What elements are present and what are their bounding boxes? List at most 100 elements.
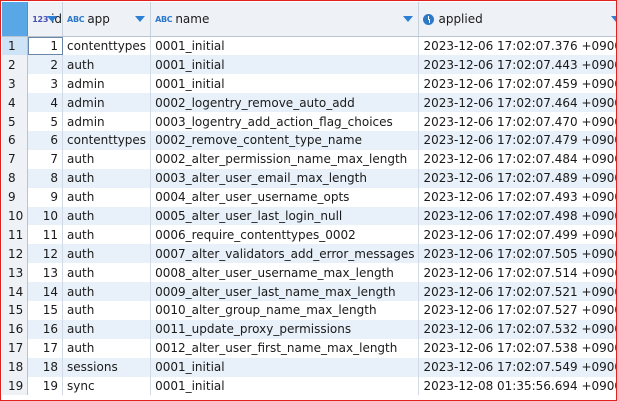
cell-applied[interactable]: 2023-12-06 17:02:07.464 +0900 <box>418 93 616 113</box>
cell-name[interactable]: 0002_logentry_remove_auto_add <box>150 93 420 113</box>
sort-dropdown-icon[interactable] <box>135 16 146 22</box>
row-number[interactable]: 15 <box>2 300 29 320</box>
row-number[interactable]: 8 <box>2 168 29 188</box>
cell-app[interactable]: contenttypes <box>62 36 152 56</box>
cell-applied[interactable]: 2023-12-06 17:02:07.470 +0900 <box>418 112 616 131</box>
cell-name[interactable]: 0004_alter_user_username_opts <box>150 187 420 207</box>
cell-name[interactable]: 0001_initial <box>150 55 420 75</box>
cell-id[interactable]: 15 <box>27 300 64 320</box>
cell-app[interactable]: contenttypes <box>62 130 152 150</box>
table-row[interactable]: 11 11 auth 0006_require_contenttypes_0002 20… <box>2 225 616 245</box>
cell-applied[interactable]: 2023-12-06 17:02:07.499 +0900 <box>418 225 616 245</box>
cell-name[interactable]: 0008_alter_user_username_max_length <box>150 263 420 283</box>
table-row[interactable]: 18 18 sessions 0001_initial 2023-12-06 17:02… <box>2 357 616 377</box>
cell-name[interactable]: 0005_alter_user_last_login_null <box>150 206 420 226</box>
cell-applied[interactable]: 2023-12-06 17:02:07.459 +0900 <box>418 74 616 94</box>
row-number[interactable]: 10 <box>2 206 29 226</box>
cell-applied[interactable]: 2023-12-06 17:02:07.489 +0900 <box>418 168 616 188</box>
table-row[interactable]: 15 15 auth 0010_alter_group_name_max_length… <box>2 300 616 320</box>
cell-name[interactable]: 0006_require_contenttypes_0002 <box>150 225 420 245</box>
cell-app[interactable]: sync <box>62 376 152 396</box>
cell-name[interactable]: 0002_alter_permission_name_max_length <box>150 149 420 169</box>
cell-name[interactable]: 0003_logentry_add_action_flag_choices <box>150 112 420 131</box>
cell-id[interactable]: 7 <box>27 149 64 169</box>
table-row[interactable]: 7 7 auth 0002_alter_permission_name_max_len… <box>2 149 616 169</box>
cell-id[interactable]: 17 <box>27 338 64 358</box>
table-row[interactable]: 8 8 auth 0003_alter_user_email_max_length 20… <box>2 168 616 188</box>
cell-id[interactable]: 5 <box>27 112 64 131</box>
cell-name[interactable]: 0012_alter_user_first_name_max_length <box>150 338 420 358</box>
table-row[interactable]: 13 13 auth 0008_alter_user_username_max_len… <box>2 263 616 283</box>
cell-id[interactable]: 18 <box>27 357 64 377</box>
table-row[interactable]: 9 9 auth 0004_alter_user_username_opts 2023-… <box>2 187 616 207</box>
cell-app[interactable]: auth <box>62 263 152 283</box>
table-row[interactable]: 1 1 contenttypes 0001_initial 2023-12-06 17:… <box>2 36 616 56</box>
column-header-app[interactable]: ABC app <box>62 2 152 37</box>
cell-id[interactable]: 4 <box>27 93 64 113</box>
cell-applied[interactable]: 2023-12-06 17:02:07.538 +0900 <box>418 338 616 358</box>
sort-dropdown-icon[interactable] <box>403 16 414 22</box>
table-row[interactable]: 12 12 auth 0007_alter_validators_add_error_… <box>2 244 616 264</box>
cell-id[interactable]: 2 <box>27 55 64 75</box>
row-number[interactable]: 9 <box>2 187 29 207</box>
table-row[interactable]: 3 3 admin 0001_initial 2023-12-06 17:02:07.4… <box>2 74 616 94</box>
table-row[interactable]: 10 10 auth 0005_alter_user_last_login_null 2… <box>2 206 616 226</box>
cell-id[interactable]: 6 <box>27 130 64 150</box>
row-number[interactable]: 12 <box>2 244 29 264</box>
row-number[interactable]: 14 <box>2 282 29 301</box>
row-number[interactable]: 7 <box>2 149 29 169</box>
cell-name[interactable]: 0001_initial <box>150 376 420 396</box>
cell-applied[interactable]: 2023-12-06 17:02:07.527 +0900 <box>418 300 616 320</box>
cell-app[interactable]: auth <box>62 187 152 207</box>
cell-app[interactable]: admin <box>62 112 152 131</box>
cell-app[interactable]: auth <box>62 300 152 320</box>
row-number[interactable]: 16 <box>2 319 29 339</box>
cell-app[interactable]: auth <box>62 149 152 169</box>
cell-applied[interactable]: 2023-12-06 17:02:07.514 +0900 <box>418 263 616 283</box>
row-number[interactable]: 11 <box>2 225 29 245</box>
sort-dropdown-icon[interactable] <box>47 16 58 22</box>
table-row[interactable]: 16 16 auth 0011_update_proxy_permissions 202… <box>2 319 616 339</box>
row-number[interactable]: 18 <box>2 357 29 377</box>
cell-id[interactable]: 1 <box>27 36 64 56</box>
column-header-id[interactable]: 123 id <box>27 2 64 37</box>
cell-name[interactable]: 0011_update_proxy_permissions <box>150 319 420 339</box>
cell-app[interactable]: auth <box>62 282 152 301</box>
cell-applied[interactable]: 2023-12-06 17:02:07.532 +0900 <box>418 319 616 339</box>
table-row[interactable]: 14 14 auth 0009_alter_user_last_name_max_le… <box>2 282 616 301</box>
column-header-name[interactable]: ABC name <box>150 2 420 37</box>
cell-name[interactable]: 0003_alter_user_email_max_length <box>150 168 420 188</box>
cell-id[interactable]: 16 <box>27 319 64 339</box>
cell-name[interactable]: 0007_alter_validators_add_error_messages <box>150 244 420 264</box>
cell-app[interactable]: auth <box>62 168 152 188</box>
row-number[interactable]: 2 <box>2 55 29 75</box>
column-header-applied[interactable]: applied <box>418 2 616 37</box>
cell-app[interactable]: auth <box>62 244 152 264</box>
row-number[interactable]: 17 <box>2 338 29 358</box>
cell-name[interactable]: 0001_initial <box>150 74 420 94</box>
cell-id[interactable]: 3 <box>27 74 64 94</box>
cell-app[interactable]: auth <box>62 338 152 358</box>
cell-applied[interactable]: 2023-12-06 17:02:07.479 +0900 <box>418 130 616 150</box>
cell-app[interactable]: auth <box>62 206 152 226</box>
table-row[interactable]: 5 5 admin 0003_logentry_add_action_flag_cho… <box>2 112 616 131</box>
cell-applied[interactable]: 2023-12-06 17:02:07.484 +0900 <box>418 149 616 169</box>
cell-name[interactable]: 0010_alter_group_name_max_length <box>150 300 420 320</box>
cell-id[interactable]: 8 <box>27 168 64 188</box>
cell-id[interactable]: 9 <box>27 187 64 207</box>
cell-app[interactable]: sessions <box>62 357 152 377</box>
cell-name[interactable]: 0002_remove_content_type_name <box>150 130 420 150</box>
cell-app[interactable]: admin <box>62 74 152 94</box>
cell-id[interactable]: 10 <box>27 206 64 226</box>
table-row[interactable]: 2 2 auth 0001_initial 2023-12-06 17:02:07.44… <box>2 55 616 75</box>
row-number[interactable]: 5 <box>2 112 29 131</box>
cell-id[interactable]: 19 <box>27 376 64 396</box>
cell-app[interactable]: auth <box>62 55 152 75</box>
cell-applied[interactable]: 2023-12-06 17:02:07.493 +0900 <box>418 187 616 207</box>
sort-dropdown-icon[interactable] <box>611 16 616 22</box>
cell-applied[interactable]: 2023-12-06 17:02:07.521 +0900 <box>418 282 616 301</box>
cell-id[interactable]: 11 <box>27 225 64 245</box>
table-row[interactable]: 17 17 auth 0012_alter_user_first_name_max_l… <box>2 338 616 358</box>
cell-id[interactable]: 14 <box>27 282 64 301</box>
cell-name[interactable]: 0001_initial <box>150 357 420 377</box>
